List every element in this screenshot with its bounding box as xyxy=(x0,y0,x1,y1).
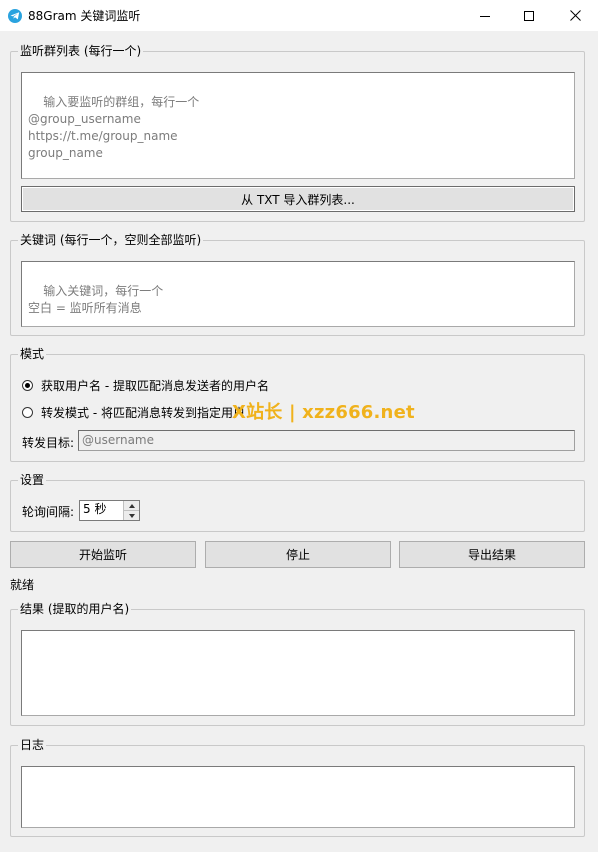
import-txt-button[interactable]: 从 TXT 导入群列表... xyxy=(21,186,575,212)
radio-forward[interactable] xyxy=(22,407,33,418)
window-title: 88Gram 关键词监听 xyxy=(28,9,141,23)
results-textarea[interactable] xyxy=(21,630,575,716)
export-button[interactable]: 导出结果 xyxy=(399,541,585,568)
results-title: 结果 (提取的用户名) xyxy=(18,601,132,617)
forward-target-placeholder: @username xyxy=(82,433,154,447)
mode-option-username-label: 获取用户名 - 提取匹配消息发送者的用户名 xyxy=(41,379,269,393)
close-icon xyxy=(569,10,581,21)
spin-up-button[interactable] xyxy=(124,501,139,510)
forward-target-input[interactable]: @username xyxy=(78,430,575,451)
close-button[interactable] xyxy=(552,0,598,31)
log-title: 日志 xyxy=(18,737,47,753)
mode-option-forward-label: 转发模式 - 将匹配消息转发到指定用户 xyxy=(41,406,245,420)
poll-interval-spinbox[interactable]: 5 秒 xyxy=(79,500,140,521)
poll-interval-value: 5 秒 xyxy=(83,502,107,516)
poll-interval-label: 轮询间隔: xyxy=(22,505,75,519)
spin-arrows xyxy=(123,501,139,520)
keywords-groupbox: 关键词 (每行一个，空则全部监听) 输入关键词，每行一个 空白 = 监听所有消息 xyxy=(10,232,585,336)
stop-button[interactable]: 停止 xyxy=(205,541,391,568)
minimize-button[interactable] xyxy=(462,0,508,31)
settings-title: 设置 xyxy=(18,472,47,488)
title-bar: 88Gram 关键词监听 xyxy=(0,0,598,31)
watermark-text: X站长 | xzz666.net xyxy=(232,402,415,423)
mode-title: 模式 xyxy=(18,346,47,362)
spin-down-button[interactable] xyxy=(124,510,139,520)
radio-username[interactable] xyxy=(22,380,33,391)
mode-option-forward[interactable]: 转发模式 - 将匹配消息转发到指定用户 xyxy=(22,404,245,421)
group-list-groupbox: 监听群列表 (每行一个) 输入要监听的群组，每行一个 @group_userna… xyxy=(10,43,585,222)
chevron-up-icon xyxy=(128,503,135,508)
mode-option-username[interactable]: 获取用户名 - 提取匹配消息发送者的用户名 xyxy=(22,377,269,394)
status-text: 就绪 xyxy=(10,578,35,592)
start-button[interactable]: 开始监听 xyxy=(10,541,196,568)
keywords-textarea[interactable]: 输入关键词，每行一个 空白 = 监听所有消息 xyxy=(21,261,575,327)
settings-groupbox: 设置 轮询间隔: 5 秒 xyxy=(10,472,585,532)
minimize-icon xyxy=(480,15,490,17)
group-list-textarea[interactable]: 输入要监听的群组，每行一个 @group_username https://t.… xyxy=(21,72,575,179)
maximize-button[interactable] xyxy=(506,0,552,31)
results-groupbox: 结果 (提取的用户名) xyxy=(10,601,585,726)
chevron-down-icon xyxy=(128,513,135,518)
group-list-placeholder: 输入要监听的群组，每行一个 @group_username https://t.… xyxy=(28,95,200,160)
group-list-title: 监听群列表 (每行一个) xyxy=(18,43,144,59)
forward-target-label: 转发目标: xyxy=(22,436,75,450)
telegram-icon xyxy=(8,8,22,23)
log-groupbox: 日志 xyxy=(10,737,585,837)
log-textarea[interactable] xyxy=(21,766,575,828)
keywords-title: 关键词 (每行一个，空则全部监听) xyxy=(18,232,204,248)
maximize-icon xyxy=(524,10,534,21)
keywords-placeholder: 输入关键词，每行一个 空白 = 监听所有消息 xyxy=(28,284,164,315)
